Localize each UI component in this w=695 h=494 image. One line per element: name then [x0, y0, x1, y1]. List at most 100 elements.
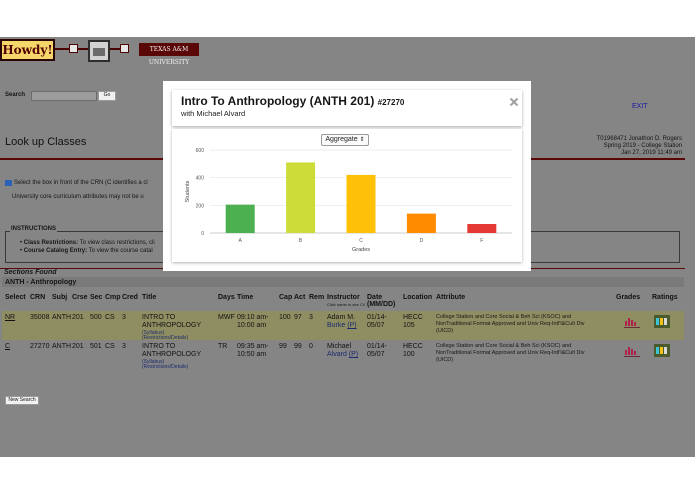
rem: 3	[309, 314, 313, 321]
instructor-hint: Click name to see CV	[327, 302, 366, 307]
col-days: Days	[218, 294, 235, 301]
location-room: 100	[403, 351, 415, 358]
primary-link[interactable]: (P)	[347, 322, 356, 329]
col-crse: Crse	[72, 294, 88, 301]
sec-link[interactable]: 500	[90, 314, 102, 321]
time-start: 09:10 am-	[237, 314, 269, 321]
col-cred: Cred	[122, 294, 138, 301]
rem: 0	[309, 343, 313, 350]
y-tick-label: 600	[196, 148, 205, 154]
col-crn: CRN	[30, 294, 46, 301]
subject-heading: ANTH - Anthropology	[5, 279, 77, 286]
select-link[interactable]: NR	[5, 314, 15, 321]
col-location: Location	[403, 294, 433, 301]
search-input[interactable]	[31, 91, 97, 101]
attribute-line3: (UICD)	[436, 357, 454, 363]
nav-line	[55, 48, 69, 50]
cap: 100	[279, 314, 291, 321]
col-grades: Grades	[616, 294, 641, 301]
restrictions-link[interactable]: (Restrictions/Details)	[142, 335, 188, 341]
grades-chart-icon[interactable]	[624, 316, 640, 329]
date-end: 05/07	[367, 322, 385, 329]
grade-bar-chart: 0 200 400 600 A B C D F Grades Students	[185, 148, 512, 253]
attribute-line1: College Station and Core Social & Beh Sc…	[436, 343, 572, 349]
text: To view class restrictions, cli	[78, 240, 155, 246]
attribute-line2: NonTraditional Format Approved and Univ …	[436, 321, 585, 327]
instructions-title: INSTRUCTIONS	[10, 226, 57, 232]
select-link[interactable]: C	[5, 343, 10, 350]
col-date: Date (MM/DD)	[367, 294, 396, 308]
date-start: 01/14-	[367, 314, 387, 321]
time-start: 09:35 am-	[237, 343, 269, 350]
crn-link[interactable]: 35008	[30, 314, 49, 321]
restrictions-link[interactable]: (Restrictions/Details)	[142, 364, 188, 370]
bar-C	[346, 174, 376, 233]
label: Class Restrictions:	[23, 240, 79, 246]
tamu-logo[interactable]: TEXAS A&M UNIVERSITY	[139, 43, 199, 66]
subj-link[interactable]: ANTH	[52, 314, 71, 321]
time-end: 10:00 am	[237, 322, 267, 329]
col-title: Title	[142, 294, 157, 301]
instructor-link[interactable]: Adam M.	[327, 314, 355, 321]
instructor-link[interactable]: Burke	[327, 322, 345, 329]
x-tick-label: C	[359, 238, 363, 244]
cred: 3	[122, 343, 126, 350]
instructor-link[interactable]: Alvard	[327, 351, 347, 358]
crn-link[interactable]: 27270	[30, 343, 49, 350]
label: Course Catalog Entry:	[23, 248, 88, 254]
location-room: 105	[403, 322, 415, 329]
location-building: HECC	[403, 343, 423, 350]
text: To view the course catal	[87, 248, 153, 254]
instructor-line2: Burke (P)	[327, 322, 357, 329]
cap: 99	[279, 343, 287, 350]
title-line2: ANTHROPOLOGY	[142, 351, 202, 358]
subj-link[interactable]: ANTH	[52, 343, 71, 350]
col-rem: Rem	[309, 294, 325, 301]
act: 97	[294, 314, 302, 321]
search-go-button[interactable]: Go	[98, 91, 116, 101]
course-crn: #27270	[377, 98, 405, 107]
nav-square-icon[interactable]	[120, 44, 129, 53]
exit-link[interactable]: EXIT	[632, 103, 648, 110]
col-select: Select	[5, 294, 26, 301]
nav-square-icon[interactable]	[69, 44, 78, 53]
cred: 3	[122, 314, 126, 321]
grades-chart-icon[interactable]	[624, 345, 640, 358]
sec-link[interactable]: 501	[90, 343, 102, 350]
info-icon	[5, 180, 12, 186]
bar-A	[225, 204, 255, 233]
act: 99	[294, 343, 302, 350]
instructor-link[interactable]: Michael	[327, 343, 351, 350]
bar-D	[406, 213, 436, 233]
sections-heading: Sections Found	[4, 269, 57, 276]
primary-link[interactable]: (P)	[349, 351, 358, 358]
timestamp: Jan 27, 2019 11:49 am	[621, 150, 682, 156]
subject-band	[2, 277, 684, 287]
page-title: Look up Classes	[5, 136, 87, 148]
col-cmp: Cmp	[105, 294, 121, 301]
x-tick-label: A	[239, 238, 243, 244]
close-icon[interactable]	[509, 94, 519, 107]
col-sec: Sec	[90, 294, 103, 301]
instructions-item-catalog: • Course Catalog Entry: To view the cour…	[20, 248, 153, 254]
col-subj: Subj	[52, 294, 68, 301]
date-end: 05/07	[367, 351, 385, 358]
ratings-icon[interactable]	[654, 315, 670, 328]
col-instructor: Instructor	[327, 294, 360, 301]
ratings-icon[interactable]	[654, 344, 670, 357]
days: TR	[218, 343, 228, 350]
y-tick-label: 200	[196, 203, 205, 209]
howdy-logo[interactable]: Howdy!	[0, 39, 55, 61]
select-note: Select the box in front of the CRN (C id…	[14, 180, 148, 186]
days: MWF	[218, 314, 235, 321]
core-note: University core curriculum attributes ma…	[12, 194, 144, 200]
search-label: Search	[5, 92, 26, 98]
modal-title: Intro To Anthropology (ANTH 201) #27270	[181, 94, 404, 108]
time-end: 10:50 am	[237, 351, 267, 358]
nav-line	[110, 48, 120, 50]
building-icon[interactable]	[88, 40, 110, 62]
course-title: Intro To Anthropology (ANTH 201)	[181, 94, 375, 108]
term-info: Spring 2019 - College Station	[603, 143, 682, 149]
col-cap: Cap	[279, 294, 293, 301]
new-search-button[interactable]: New Search	[5, 396, 39, 405]
